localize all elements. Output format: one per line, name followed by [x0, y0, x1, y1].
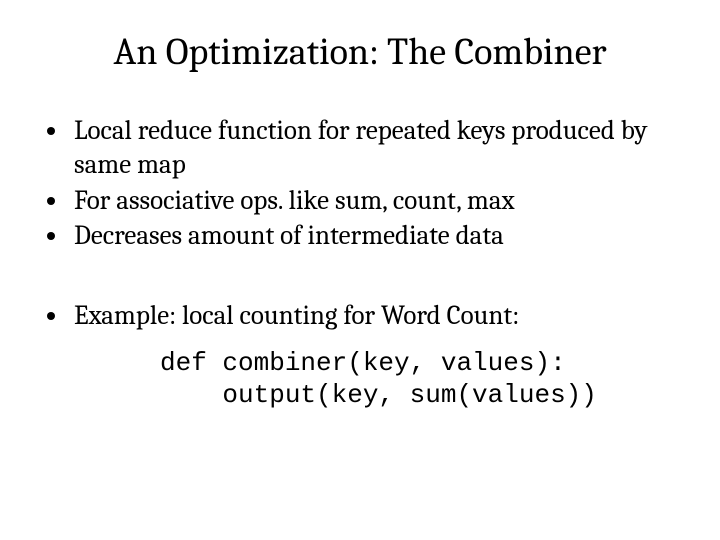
- bullet-item: Decreases amount of intermediate data: [70, 219, 680, 253]
- bullet-item: Local reduce function for repeated keys …: [70, 114, 680, 182]
- code-block: def combiner(key, values): output(key, s…: [160, 347, 680, 412]
- code-line: def combiner(key, values):: [160, 348, 566, 378]
- spacer: [40, 255, 680, 299]
- bullet-list-2: Example: local counting for Word Count:: [70, 299, 680, 333]
- code-line: output(key, sum(values)): [160, 380, 597, 410]
- bullet-item: For associative ops. like sum, count, ma…: [70, 184, 680, 218]
- slide: An Optimization: The Combiner Local redu…: [0, 0, 720, 540]
- bullet-item: Example: local counting for Word Count:: [70, 299, 680, 333]
- slide-title: An Optimization: The Combiner: [40, 30, 680, 74]
- bullet-list-1: Local reduce function for repeated keys …: [70, 114, 680, 253]
